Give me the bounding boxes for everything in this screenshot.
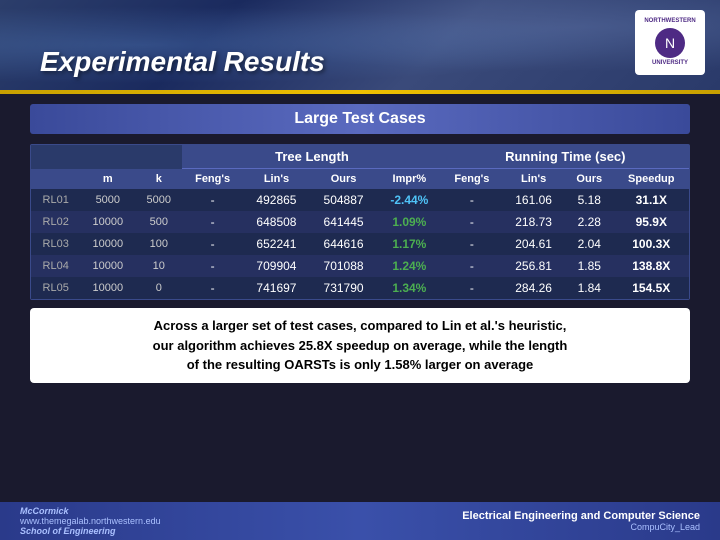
col-id [31, 169, 80, 190]
cell-lins-time: 256.81 [502, 255, 565, 277]
cell-speedup: 100.3X [614, 233, 689, 255]
cell-k: 5000 [135, 189, 182, 211]
cell-lins-time: 218.73 [502, 211, 565, 233]
logo-circle: N [655, 28, 685, 58]
col-group-header-row: Tree Length Running Time (sec) [31, 145, 689, 169]
cell-impr: 1.34% [377, 277, 442, 299]
cell-m: 10000 [80, 277, 135, 299]
col-fengs-time: Feng's [442, 169, 503, 190]
cell-k: 0 [135, 277, 182, 299]
bottom-text-box: Across a larger set of test cases, compa… [30, 308, 690, 383]
cell-speedup: 95.9X [614, 211, 689, 233]
cell-k: 10 [135, 255, 182, 277]
cell-impr: 1.09% [377, 211, 442, 233]
cell-fengs-time: - [442, 189, 503, 211]
cell-m: 10000 [80, 211, 135, 233]
footer-right-text: CompuCity_Lead [462, 522, 700, 532]
page-title: Experimental Results [40, 46, 325, 78]
running-time-group-header: Running Time (sec) [442, 145, 689, 169]
cell-k: 500 [135, 211, 182, 233]
cell-fengs-time: - [442, 233, 503, 255]
cell-m: 5000 [80, 189, 135, 211]
cell-id: RL02 [31, 211, 80, 233]
table-body: RL01 5000 5000 - 492865 504887 -2.44% - … [31, 189, 689, 299]
cell-lins-tree: 492865 [243, 189, 310, 211]
cell-ours-tree: 701088 [310, 255, 377, 277]
empty-group-header [31, 145, 182, 169]
table-row: RL02 10000 500 - 648508 641445 1.09% - 2… [31, 211, 689, 233]
table-row: RL03 10000 100 - 652241 644616 1.17% - 2… [31, 233, 689, 255]
col-ours-time: Ours [565, 169, 614, 190]
cell-m: 10000 [80, 255, 135, 277]
footer-logo-text: McCormick [20, 506, 161, 516]
col-lins-time: Lin's [502, 169, 565, 190]
footer-url: www.themegalab.northwestern.edu [20, 516, 161, 526]
col-lins-tree: Lin's [243, 169, 310, 190]
footer-right: Electrical Engineering and Computer Scie… [462, 510, 700, 532]
cell-id: RL04 [31, 255, 80, 277]
col-sub-header-row: m k Feng's Lin's Ours Impr% Feng's Lin's… [31, 169, 689, 190]
cell-id: RL05 [31, 277, 80, 299]
table-row: RL04 10000 10 - 709904 701088 1.24% - 25… [31, 255, 689, 277]
cell-fengs-tree: - [182, 255, 243, 277]
header-background: Experimental Results NORTHWESTERN N UNIV… [0, 0, 720, 90]
cell-impr: -2.44% [377, 189, 442, 211]
bottom-line3: of the resulting OARSTs is only 1.58% la… [187, 357, 534, 372]
results-table-container: Tree Length Running Time (sec) m k Feng'… [30, 144, 690, 300]
cell-speedup: 154.5X [614, 277, 689, 299]
cell-ours-tree: 644616 [310, 233, 377, 255]
cell-fengs-time: - [442, 211, 503, 233]
cell-fengs-tree: - [182, 233, 243, 255]
cell-ours-tree: 504887 [310, 189, 377, 211]
cell-id: RL03 [31, 233, 80, 255]
cell-ours-time: 2.28 [565, 211, 614, 233]
cell-fengs-tree: - [182, 277, 243, 299]
cell-fengs-time: - [442, 255, 503, 277]
cell-lins-time: 204.61 [502, 233, 565, 255]
footer-dept: Electrical Engineering and Computer Scie… [462, 510, 700, 522]
bottom-line2: our algorithm achieves 25.8X speedup on … [153, 338, 568, 353]
cell-id: RL01 [31, 189, 80, 211]
logo-text-bottom: UNIVERSITY [652, 60, 688, 67]
bottom-line1: Across a larger set of test cases, compa… [154, 318, 567, 333]
cell-lins-tree: 709904 [243, 255, 310, 277]
cell-fengs-tree: - [182, 211, 243, 233]
cell-impr: 1.24% [377, 255, 442, 277]
cell-ours-time: 1.85 [565, 255, 614, 277]
cell-ours-time: 1.84 [565, 277, 614, 299]
footer: McCormick www.themegalab.northwestern.ed… [0, 502, 720, 540]
cell-lins-tree: 741697 [243, 277, 310, 299]
footer-left: McCormick www.themegalab.northwestern.ed… [20, 506, 161, 536]
cell-ours-time: 2.04 [565, 233, 614, 255]
cell-lins-time: 161.06 [502, 189, 565, 211]
cell-fengs-time: - [442, 277, 503, 299]
footer-sub-text: School of Engineering [20, 526, 161, 536]
cell-fengs-tree: - [182, 189, 243, 211]
cell-lins-tree: 652241 [243, 233, 310, 255]
results-table: Tree Length Running Time (sec) m k Feng'… [31, 145, 689, 299]
section-header: Large Test Cases [30, 104, 690, 134]
cell-ours-tree: 731790 [310, 277, 377, 299]
table-row: RL05 10000 0 - 741697 731790 1.34% - 284… [31, 277, 689, 299]
col-impr: Impr% [377, 169, 442, 190]
col-speedup: Speedup [614, 169, 689, 190]
cell-ours-tree: 641445 [310, 211, 377, 233]
cell-speedup: 31.1X [614, 189, 689, 211]
cell-m: 10000 [80, 233, 135, 255]
col-k: k [135, 169, 182, 190]
cell-k: 100 [135, 233, 182, 255]
tree-length-group-header: Tree Length [182, 145, 441, 169]
cell-ours-time: 5.18 [565, 189, 614, 211]
cell-impr: 1.17% [377, 233, 442, 255]
col-fengs-tree: Feng's [182, 169, 243, 190]
logo-text-top: NORTHWESTERN [644, 18, 695, 25]
table-row: RL01 5000 5000 - 492865 504887 -2.44% - … [31, 189, 689, 211]
cell-lins-tree: 648508 [243, 211, 310, 233]
col-m: m [80, 169, 135, 190]
university-logo: NORTHWESTERN N UNIVERSITY [635, 10, 705, 75]
cell-lins-time: 284.26 [502, 277, 565, 299]
cell-speedup: 138.8X [614, 255, 689, 277]
main-content: Large Test Cases Tree Length Running Tim… [0, 94, 720, 393]
col-ours-tree: Ours [310, 169, 377, 190]
